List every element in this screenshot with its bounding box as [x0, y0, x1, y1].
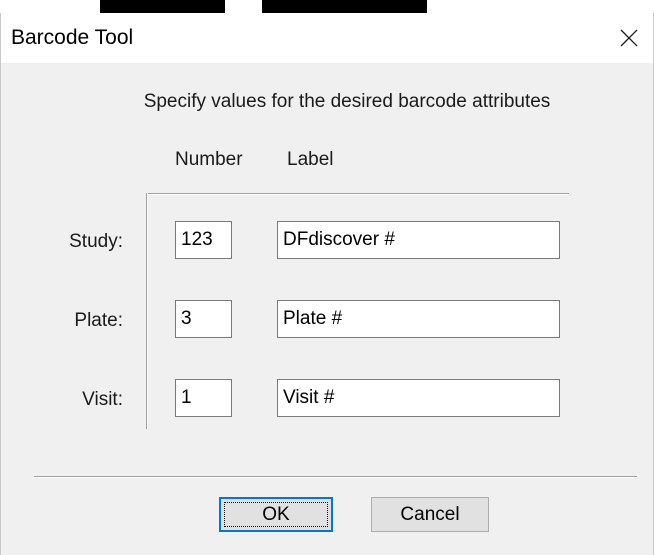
ok-focus-ring: [224, 502, 328, 527]
screen: Barcode Tool Specify values for the desi…: [0, 0, 654, 555]
visit-row-label: Visit:: [82, 389, 123, 410]
visit-number-input[interactable]: [175, 379, 232, 417]
plate-row-label: Plate:: [74, 310, 123, 331]
background-block-left: [100, 0, 225, 13]
header-divider: [146, 193, 569, 194]
study-label-input[interactable]: [277, 221, 560, 259]
study-number-input[interactable]: [175, 221, 232, 259]
cancel-button-label: Cancel: [400, 503, 460, 525]
visit-label-input[interactable]: [277, 379, 560, 417]
plate-number-input[interactable]: [175, 300, 232, 338]
background-block-right: [262, 0, 427, 13]
cancel-button[interactable]: Cancel: [371, 497, 489, 532]
study-row-label: Study:: [69, 231, 123, 252]
window-title: Barcode Tool: [11, 26, 134, 49]
instructions-text: Specify values for the desired barcode a…: [143, 91, 551, 112]
title-bar: Barcode Tool: [1, 13, 653, 63]
label-column-header: Label: [287, 149, 334, 170]
button-area-divider: [34, 476, 637, 477]
row-label-divider: [146, 193, 147, 429]
plate-label-input[interactable]: [277, 300, 560, 338]
ok-button[interactable]: OK: [219, 497, 333, 532]
close-icon: [620, 29, 638, 47]
barcode-tool-dialog: Barcode Tool Specify values for the desi…: [0, 13, 654, 555]
close-button[interactable]: [605, 13, 653, 63]
number-column-header: Number: [175, 149, 243, 170]
